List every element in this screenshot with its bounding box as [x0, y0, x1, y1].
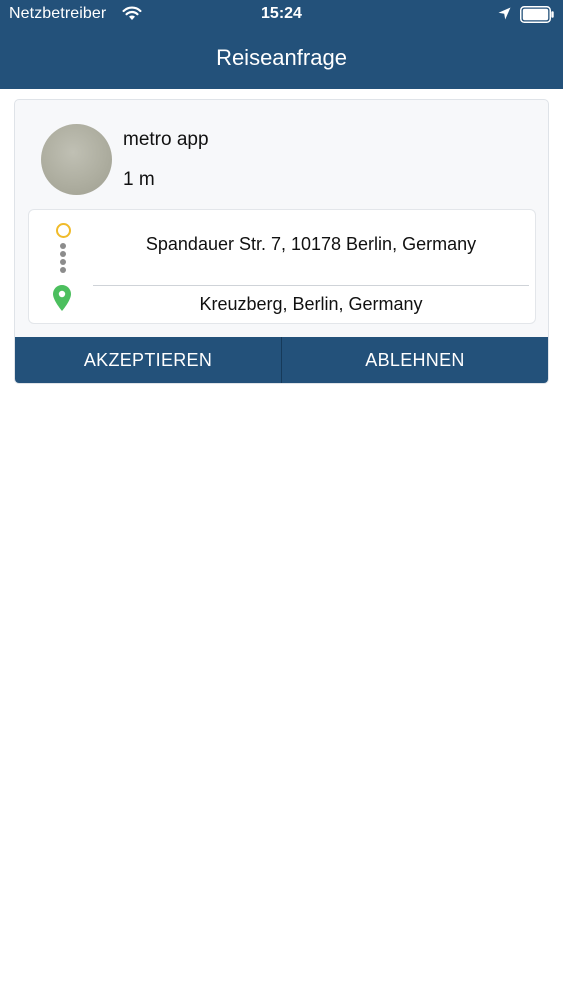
eta-label: 1 m	[123, 169, 155, 190]
map-pin-icon	[53, 285, 71, 316]
rider-name: metro app	[123, 129, 209, 150]
decline-button[interactable]: ABLEHNEN	[282, 337, 548, 383]
status-time: 15:24	[261, 5, 302, 22]
battery-icon	[520, 6, 555, 28]
ride-request-card: metro app 1 m Spandauer Str. 7, 10178 Be…	[14, 99, 549, 384]
pickup-marker-icon	[56, 223, 71, 238]
route-dot-icon	[60, 267, 66, 273]
route-box: Spandauer Str. 7, 10178 Berlin, Germany …	[28, 209, 536, 324]
route-dot-icon	[60, 243, 66, 249]
location-arrow-icon	[498, 7, 511, 25]
top-bar: Netzbetreiber 15:24 Reiseanfrage	[0, 0, 563, 89]
avatar	[41, 124, 112, 195]
pickup-address: Spandauer Str. 7, 10178 Berlin, Germany	[145, 234, 477, 254]
action-bar: AKZEPTIEREN ABLEHNEN	[15, 337, 548, 383]
dropoff-address: Kreuzberg, Berlin, Germany	[199, 294, 423, 314]
route-dot-icon	[60, 259, 66, 265]
route-dot-icon	[60, 251, 66, 257]
accept-button[interactable]: AKZEPTIEREN	[15, 337, 281, 383]
route-divider	[93, 285, 529, 286]
status-bar: Netzbetreiber 15:24	[0, 0, 563, 30]
page-title: Reiseanfrage	[216, 45, 347, 70]
